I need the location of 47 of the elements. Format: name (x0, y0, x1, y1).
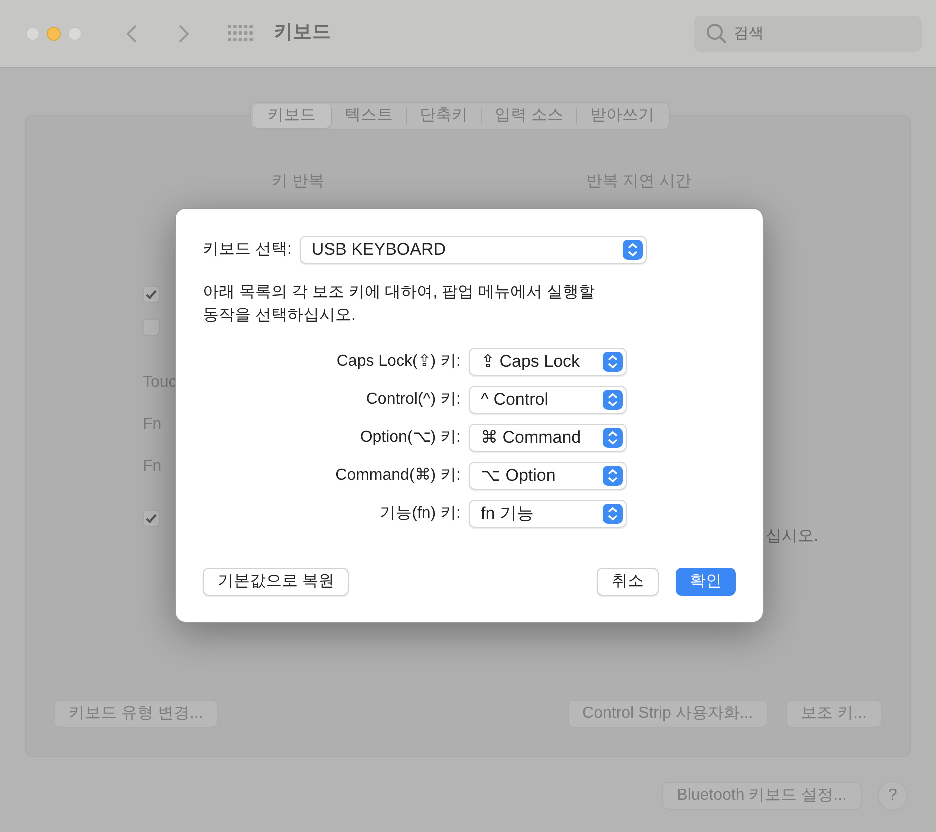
stepper-icon (603, 504, 623, 524)
checkmark-icon (145, 288, 158, 301)
instruction-text: 아래 목록의 각 보조 키에 대하여, 팝업 메뉴에서 실행할 동작을 선택하십시오. (203, 283, 596, 326)
back-icon[interactable] (126, 24, 138, 44)
cancel-button[interactable]: 취소 (597, 568, 659, 596)
tab[interactable]: 받아쓰기 (577, 104, 668, 128)
stepper-icon (603, 390, 623, 410)
minimize-button[interactable] (47, 26, 61, 40)
action-popup[interactable]: fn 기능 (469, 500, 627, 528)
stepper-icon (603, 428, 623, 448)
tab[interactable]: 입력 소스 (482, 104, 576, 128)
forward-icon[interactable] (178, 24, 190, 44)
checkbox[interactable] (143, 510, 160, 527)
modifier-key-label: Caps Lock(⇪) 키: (336, 352, 461, 372)
checkmark-icon (145, 512, 158, 525)
modifier-key-label: 기능(fn) 키: (379, 504, 461, 524)
action-popup[interactable]: ^ Control (469, 386, 627, 414)
help-button[interactable]: ? (878, 781, 908, 811)
tab[interactable]: 단축키 (407, 104, 481, 128)
close-button[interactable] (26, 26, 40, 40)
window-title: 키보드 (274, 21, 331, 46)
tab[interactable]: 키보드 (253, 104, 331, 128)
keyboard-select-label: 키보드 선택: (203, 240, 292, 260)
ok-button[interactable]: 확인 (676, 568, 736, 596)
modifier-key-label: Control(^) 키: (365, 390, 461, 410)
modifier-key-label: Command(⌘) 키: (334, 466, 461, 486)
search-icon (706, 22, 728, 44)
search-field[interactable]: 검색 (694, 16, 922, 52)
action-popup[interactable]: ⌘ Command (469, 424, 627, 452)
zoom-button[interactable] (68, 26, 82, 40)
modifier-key-label: Option(⌥) 키: (359, 428, 461, 448)
hint-text: 십시오. (766, 527, 820, 547)
keyboard-popup[interactable]: USB KEYBOARD (300, 236, 647, 264)
stepper-icon (622, 240, 643, 260)
restore-defaults-button[interactable]: 기본값으로 복원 (203, 568, 350, 596)
grid-icon[interactable] (228, 24, 254, 42)
action-popup[interactable]: ⇪ Caps Lock (469, 348, 627, 376)
checkbox[interactable] (143, 286, 160, 303)
keyboard-type-button[interactable]: 키보드 유형 변경... (54, 700, 218, 728)
checkbox[interactable] (143, 319, 160, 336)
control-strip-button[interactable]: Control Strip 사용자화... (568, 700, 768, 728)
stepper-icon (603, 352, 623, 372)
tab[interactable]: 텍스트 (332, 104, 406, 128)
modifier-keys-button[interactable]: 보조 키... (786, 700, 882, 728)
stepper-icon (603, 466, 623, 486)
action-popup[interactable]: ⌥ Option (469, 462, 627, 490)
bluetooth-settings-button[interactable]: Bluetooth 키보드 설정... (662, 782, 862, 810)
